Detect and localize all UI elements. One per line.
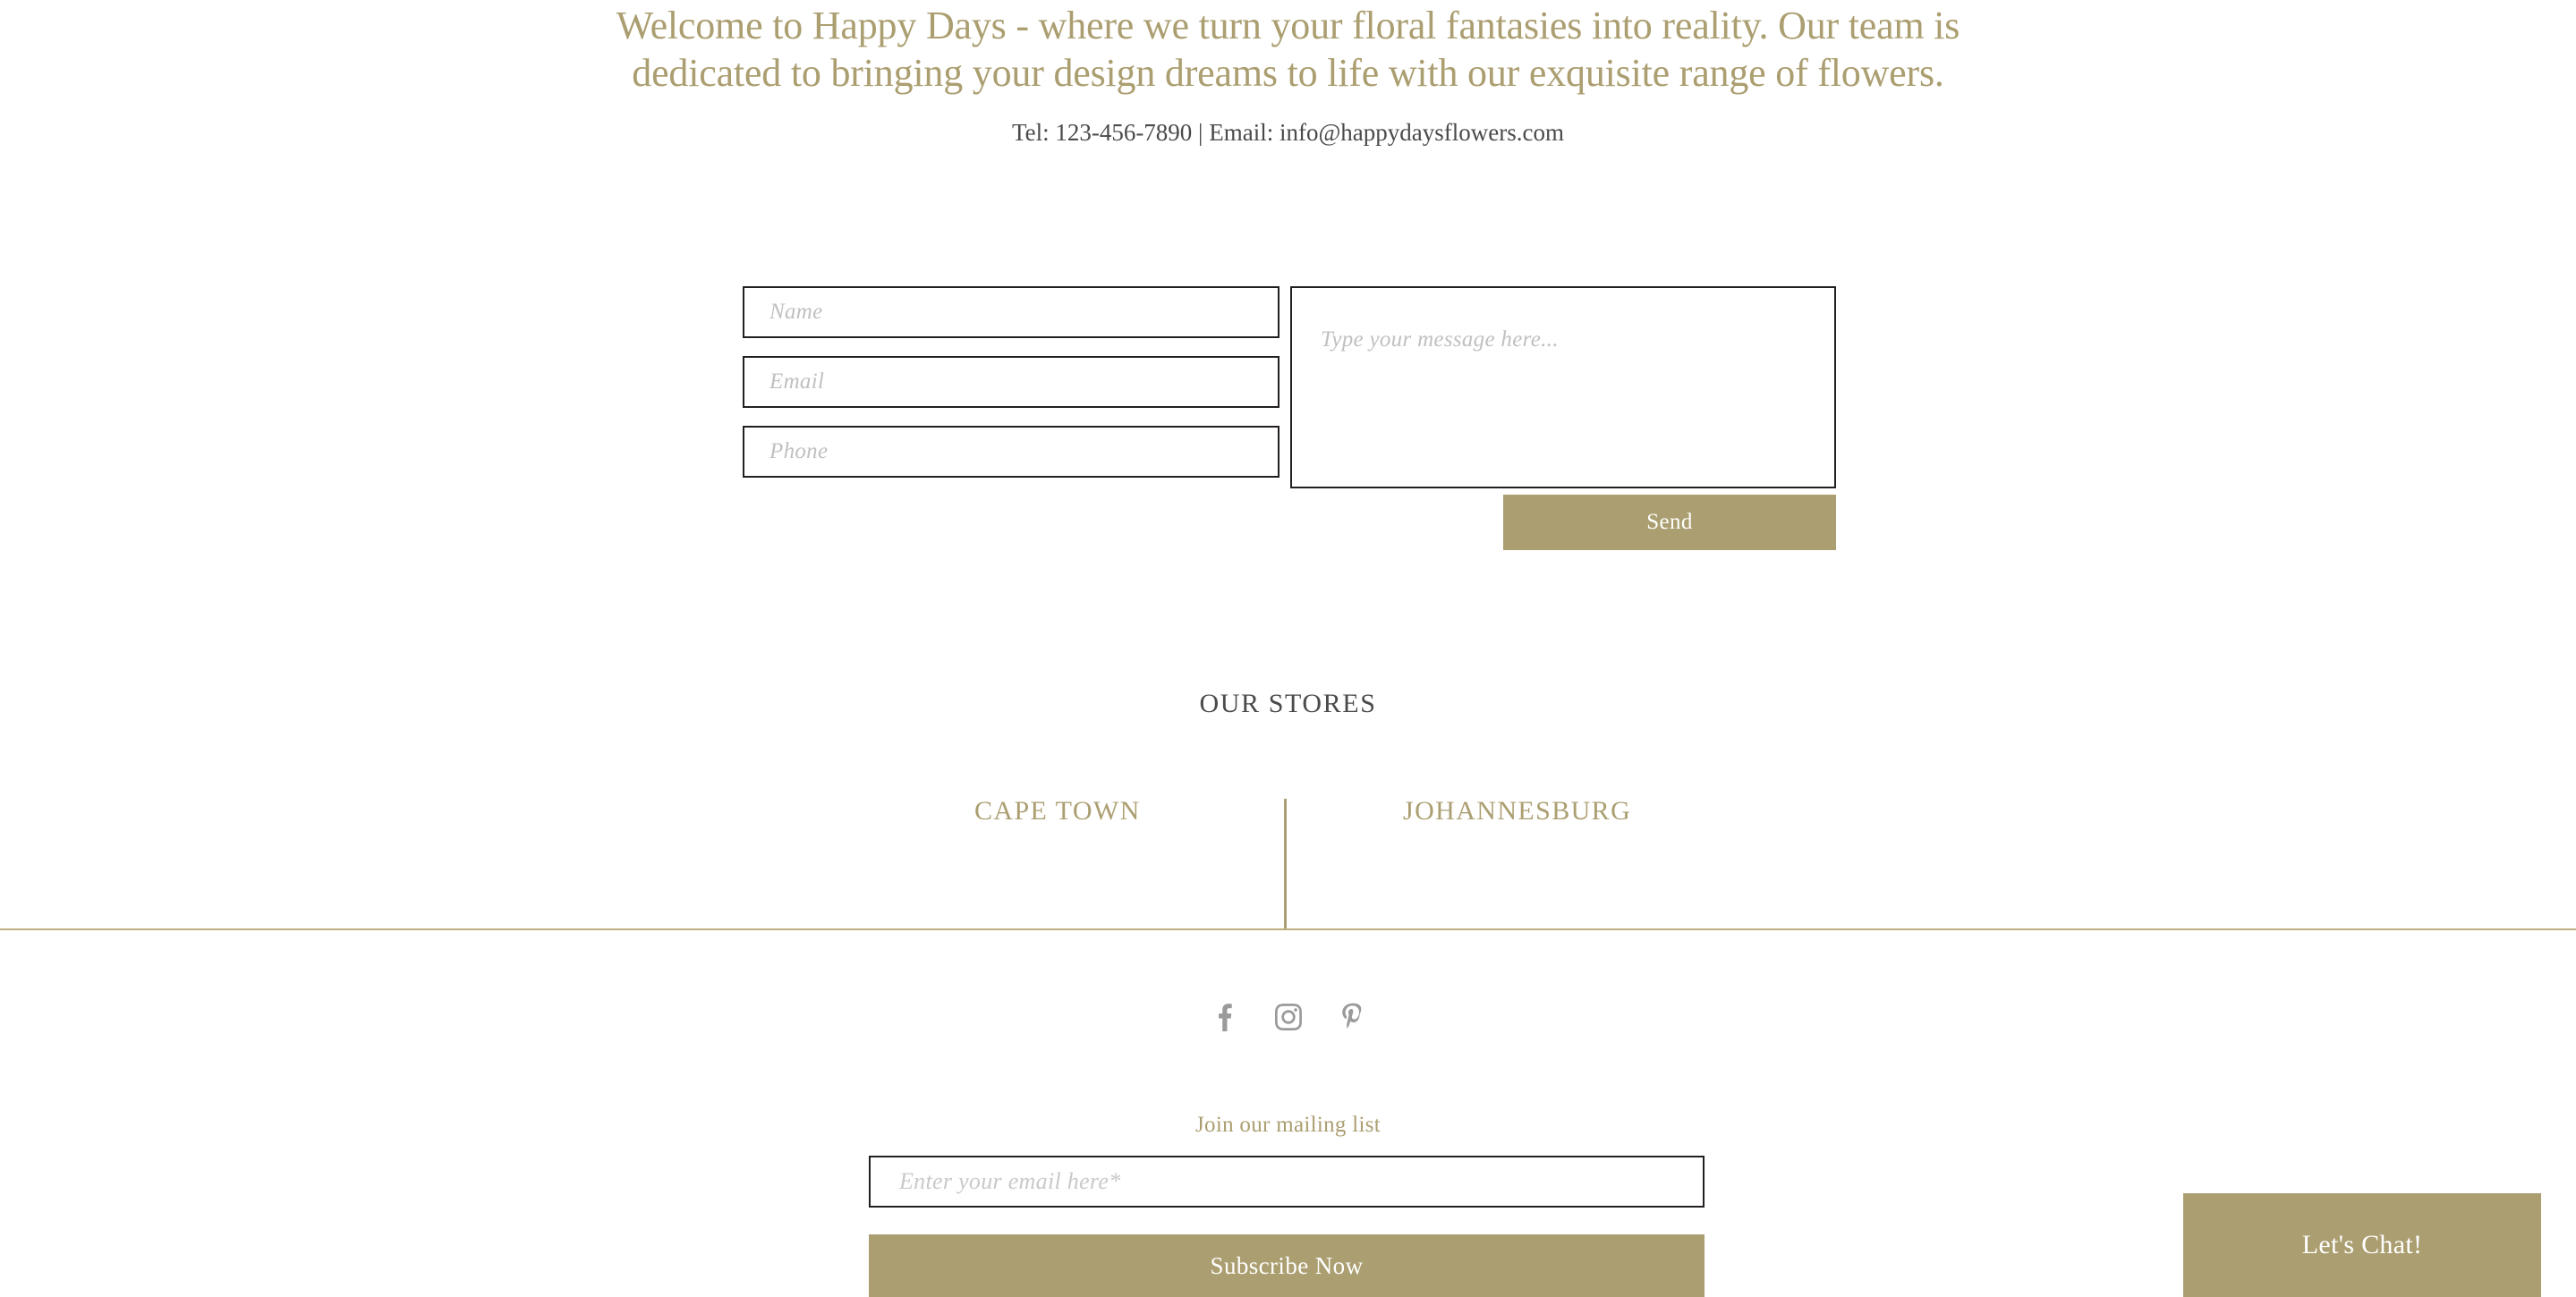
store-location-johannesburg[interactable]: JOHANNESBURG	[1403, 796, 1631, 827]
email-input-placeholder: Email	[769, 369, 825, 394]
subscribe-now-button[interactable]: Subscribe Now	[869, 1234, 1705, 1297]
facebook-icon[interactable]	[1207, 1000, 1241, 1034]
our-stores-title: OUR STORES	[1199, 689, 1377, 718]
store-location-cape-town[interactable]: CAPE TOWN	[974, 796, 1141, 827]
mailing-list-email-input[interactable]: Enter your email here*	[869, 1156, 1705, 1208]
mailing-list-title: Join our mailing list	[1195, 1113, 1381, 1137]
intro-heading: Welcome to Happy Days - where we turn yo…	[616, 4, 1960, 95]
contact-form-left-column: Name Email Phone	[743, 286, 1279, 496]
phone-input-placeholder: Phone	[769, 439, 829, 463]
contact-info-line: Tel: 123-456-7890 | Email: info@happyday…	[1011, 119, 1564, 146]
lets-chat-button[interactable]: Let's Chat!	[2183, 1193, 2541, 1297]
social-links-row	[0, 1000, 2576, 1034]
email-input[interactable]: Email	[743, 356, 1279, 408]
name-input-placeholder: Name	[769, 300, 823, 324]
stores-vertical-divider	[1284, 799, 1287, 928]
stores-row: CAPE TOWN JOHANNESBURG	[0, 796, 2576, 930]
contact-form: Name Email Phone Type your message here.…	[0, 286, 2576, 555]
message-textarea-placeholder: Type your message here...	[1321, 327, 1559, 352]
pinterest-icon[interactable]	[1336, 1000, 1370, 1034]
message-textarea[interactable]: Type your message here...	[1290, 286, 1836, 488]
phone-input[interactable]: Phone	[743, 426, 1279, 478]
footer-top-divider	[0, 928, 2576, 930]
mailing-list-email-placeholder: Enter your email here*	[899, 1168, 1121, 1194]
instagram-icon[interactable]	[1271, 1000, 1305, 1034]
name-input[interactable]: Name	[743, 286, 1279, 338]
send-button[interactable]: Send	[1503, 495, 1836, 550]
